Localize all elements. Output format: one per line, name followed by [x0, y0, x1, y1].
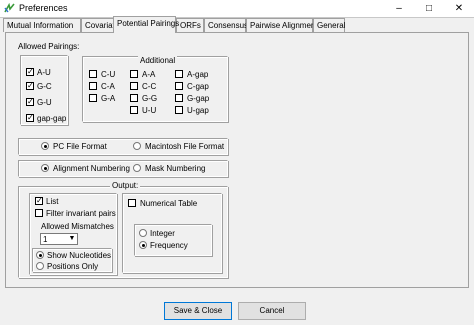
tab-general[interactable]: General [313, 18, 345, 32]
checkbox-list[interactable]: ✓ [35, 197, 43, 205]
checkbox-g-c[interactable]: ✓ [26, 82, 34, 90]
radio-label: Frequency [150, 241, 188, 250]
additional-label: Additional [138, 56, 178, 65]
radio-label: Integer [150, 229, 175, 238]
checkbox-gap-gap[interactable]: ✓ [26, 114, 34, 122]
minimize-button[interactable]: – [384, 0, 414, 17]
checkbox-label: Filter invariant pairs [46, 209, 116, 218]
pair-label: C-U [101, 70, 116, 79]
tab-label: ORFs [180, 21, 201, 30]
radio-show-nucleotides[interactable] [36, 251, 44, 259]
checkbox-g-u[interactable]: ✓ [26, 98, 34, 106]
pair-label: gap-gap [37, 114, 67, 123]
checkbox-c-gap[interactable] [175, 82, 183, 90]
tab-pairwise-alignment[interactable]: Pairwise Alignment [246, 18, 318, 32]
pair-label: C-C [142, 82, 157, 91]
pair-label: C-A [101, 82, 115, 91]
pair-label: A-A [142, 70, 156, 79]
checkbox-c-a[interactable] [89, 82, 97, 90]
pair-label: A-U [37, 68, 51, 77]
radio-frequency[interactable] [139, 241, 147, 249]
radio-label: PC File Format [53, 142, 107, 151]
tab-consensus[interactable]: Consensus [204, 18, 249, 32]
tab-mutual-information[interactable]: Mutual Information [3, 18, 81, 32]
output-label: Output: [110, 181, 141, 190]
window-title: Preferences [19, 3, 68, 13]
checkbox-c-u[interactable] [89, 70, 97, 78]
radio-label: Alignment Numbering [53, 164, 130, 173]
tab-label: Mutual Information [7, 21, 74, 30]
pair-label: C-gap [187, 82, 209, 91]
tab-potential-pairings[interactable]: Potential Pairings [113, 16, 180, 33]
checkbox-c-c[interactable] [130, 82, 138, 90]
maximize-button[interactable]: □ [414, 0, 444, 17]
allowed-mismatches-select[interactable]: 1 ▼ [40, 233, 78, 245]
checkbox-numerical-table[interactable] [128, 199, 136, 207]
tab-label: General [317, 21, 346, 30]
pair-label: U-gap [187, 106, 209, 115]
radio-label: Macintosh File Format [145, 142, 225, 151]
radio-positions-only[interactable] [36, 262, 44, 270]
radio-alignment-numbering[interactable] [41, 164, 49, 172]
checkbox-g-a[interactable] [89, 94, 97, 102]
radio-macintosh-file-format[interactable] [133, 142, 141, 150]
checkbox-g-gap[interactable] [175, 94, 183, 102]
checkbox-label: List [46, 197, 59, 206]
checkbox-a-gap[interactable] [175, 70, 183, 78]
cancel-button[interactable]: Cancel [238, 302, 306, 320]
radio-integer[interactable] [139, 229, 147, 237]
close-button[interactable]: ✕ [444, 0, 474, 17]
tab-label: Potential Pairings [117, 19, 180, 28]
pair-label: G-C [37, 82, 52, 91]
radio-pc-file-format[interactable] [41, 142, 49, 150]
app-logo-icon [4, 3, 15, 13]
pair-label: A-gap [187, 70, 209, 79]
checkbox-u-gap[interactable] [175, 106, 183, 114]
radio-label: Positions Only [47, 262, 99, 271]
radio-label: Mask Numbering [145, 164, 206, 173]
tab-orfs[interactable]: ORFs [176, 18, 204, 32]
allowed-mismatches-label: Allowed Mismatches [41, 222, 114, 231]
radio-label: Show Nucleotides [47, 251, 112, 260]
checkbox-label: Numerical Table [140, 199, 198, 208]
pair-label: U-U [142, 106, 157, 115]
pair-label: G-A [101, 94, 116, 103]
checkbox-a-a[interactable] [130, 70, 138, 78]
tab-label: Pairwise Alignment [250, 21, 318, 30]
chevron-down-icon: ▼ [68, 235, 76, 242]
tab-label: Consensus [208, 21, 249, 30]
title-bar[interactable]: Preferences – □ ✕ [0, 0, 474, 17]
checkbox-u-u[interactable] [130, 106, 138, 114]
checkbox-filter-invariant-pairs[interactable] [35, 209, 43, 217]
allowed-pairings-label: Allowed Pairings: [18, 42, 80, 51]
pair-label: G-gap [187, 94, 210, 103]
pair-label: G-U [37, 98, 52, 107]
select-value: 1 [43, 235, 48, 244]
pair-label: G-G [142, 94, 158, 103]
checkbox-a-u[interactable]: ✓ [26, 68, 34, 76]
save-close-button[interactable]: Save & Close [164, 302, 232, 320]
checkbox-g-g[interactable] [130, 94, 138, 102]
radio-mask-numbering[interactable] [133, 164, 141, 172]
